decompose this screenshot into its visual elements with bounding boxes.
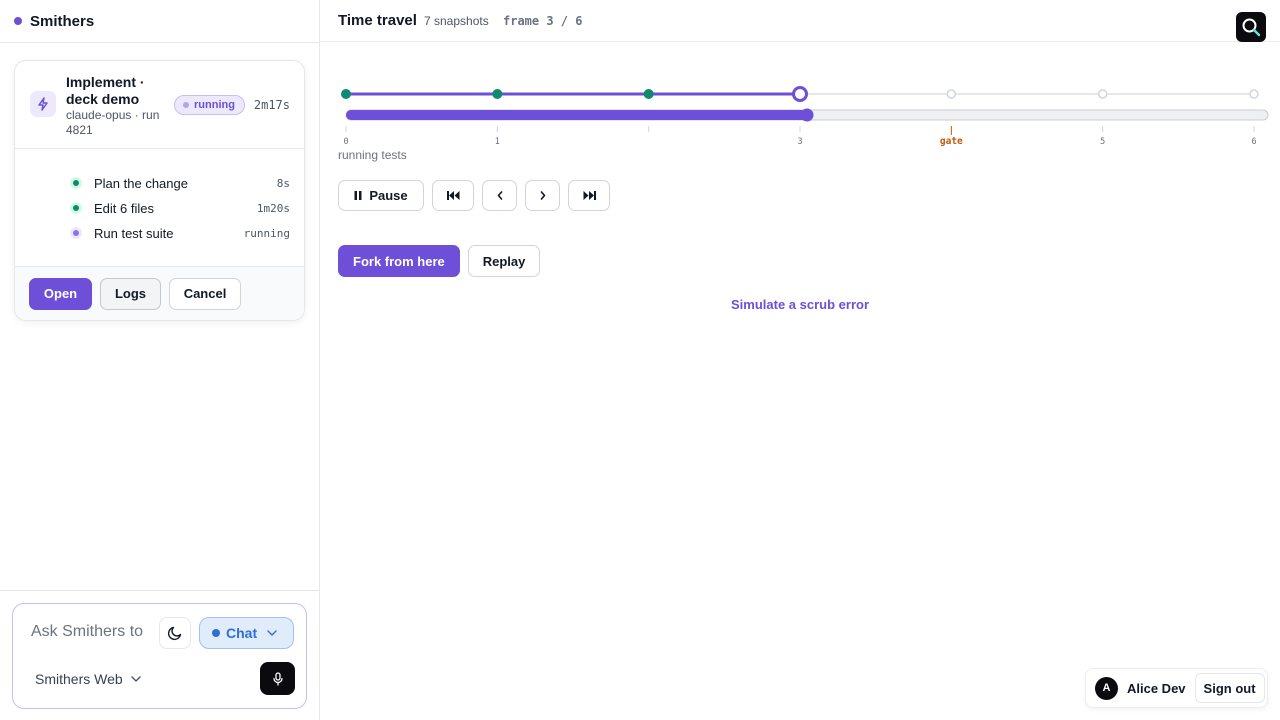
skip-forward-icon (583, 191, 596, 200)
tick-label: 6 (1251, 137, 1256, 147)
snapshot-node-future[interactable] (946, 89, 957, 99)
pause-icon (354, 191, 362, 200)
mic-icon (272, 671, 283, 686)
step-time: 1m20s (256, 201, 290, 215)
composer: Ask Smithers to Chat Smithers Web (12, 603, 307, 709)
previous-frame-button[interactable] (482, 180, 517, 211)
lightning-icon (30, 91, 56, 117)
status-dot-icon (183, 102, 189, 108)
page-title: Time travel (338, 12, 417, 29)
frame-indicator: frame 3 / 6 (503, 14, 583, 28)
step-done-icon (70, 177, 82, 189)
avatar: A (1095, 676, 1118, 700)
step-item: Edit 6 files 1m20s (70, 198, 290, 218)
chevron-right-icon (540, 191, 545, 200)
replay-button[interactable]: Replay (467, 245, 541, 277)
next-frame-button[interactable] (525, 180, 560, 211)
mic-button[interactable] (260, 662, 295, 695)
search-button[interactable] (1236, 12, 1266, 42)
step-list: Plan the change 8s Edit 6 files 1m20s Ru… (15, 150, 304, 268)
cancel-button[interactable]: Cancel (169, 277, 241, 310)
chevron-down-icon (267, 630, 277, 636)
user-name: Alice Dev (1127, 680, 1186, 696)
sign-out-button[interactable]: Sign out (1194, 673, 1265, 703)
workspace-select[interactable]: Smithers Web (35, 671, 141, 687)
step-done-icon (70, 202, 82, 214)
brand-header: Smithers (0, 0, 319, 43)
snapshot-node-done[interactable] (341, 89, 351, 99)
tick-label: 1 (495, 137, 500, 147)
run-elapsed: 2m17s (253, 98, 290, 112)
logs-button[interactable]: Logs (100, 277, 161, 310)
step-label: Edit 6 files (94, 200, 154, 216)
open-button[interactable]: Open (29, 277, 92, 310)
snapshot-node-future[interactable] (1249, 89, 1259, 99)
first-frame-button[interactable] (432, 180, 474, 211)
pause-button[interactable]: Pause (338, 180, 424, 211)
frame-status: running tests (338, 148, 407, 162)
step-label: Plan the change (94, 175, 188, 191)
step-item: Plan the change 8s (70, 173, 290, 193)
skip-back-icon (446, 191, 459, 200)
composer-area: Ask Smithers to Chat Smithers Web (0, 590, 319, 720)
snapshot-node-done[interactable] (643, 89, 654, 99)
brand-dot-icon (14, 17, 22, 25)
step-running-icon (70, 227, 82, 239)
step-time: 8s (276, 176, 290, 190)
status-badge: running (174, 95, 245, 115)
moon-icon (167, 626, 182, 641)
tick-label: 0 (343, 137, 348, 147)
tick-label: 5 (1100, 137, 1105, 147)
pause-label: Pause (369, 188, 408, 203)
step-time: running (243, 226, 290, 240)
chevron-left-icon (497, 191, 502, 200)
run-subtitle: claude-opus · run 4821 (66, 108, 160, 137)
chat-input[interactable]: Ask Smithers to (31, 623, 159, 641)
search-icon (1242, 18, 1261, 37)
user-chip: A Alice Dev Sign out (1085, 668, 1268, 708)
run-actions: Open Logs Cancel (15, 266, 304, 320)
top-bar: Time travel 7 snapshots frame 3 / 6 (320, 0, 1280, 42)
workspace-label: Smithers Web (35, 671, 123, 687)
snapshot-count: 7 snapshots (424, 14, 489, 28)
fork-button[interactable]: Fork from here (338, 245, 460, 277)
last-frame-button[interactable] (568, 180, 610, 211)
step-item: Run test suite running (70, 223, 290, 243)
mode-dot-icon (212, 629, 220, 637)
snapshot-node-current[interactable] (792, 86, 808, 102)
theme-toggle-button[interactable] (159, 617, 191, 649)
run-title: Implement · deck demo (66, 74, 145, 107)
snapshot-node-future[interactable] (1097, 89, 1108, 99)
mode-label: Chat (226, 625, 258, 641)
frame-actions: Fork from here Replay (338, 245, 541, 277)
simulate-error-link[interactable]: Simulate a scrub error (320, 297, 1280, 312)
main-panel: Time travel 7 snapshots frame 3 / 6 0 1 3 g… (320, 0, 1280, 720)
chevron-down-icon (130, 676, 141, 682)
playback-controls: Pause (338, 180, 610, 211)
app-name: Smithers (30, 12, 95, 30)
sidebar: Smithers Implement · deck demo claude-op… (0, 0, 320, 720)
tick-label: 3 (797, 137, 802, 147)
run-card: Implement · deck demo claude-opus · run … (14, 60, 305, 321)
scrub-fill (346, 110, 807, 120)
snapshot-timeline[interactable]: 0 1 3 gate 5 6 (320, 80, 1280, 160)
snapshot-node-done[interactable] (492, 89, 503, 99)
scrub-handle[interactable] (800, 108, 814, 122)
step-label: Run test suite (94, 225, 174, 241)
mode-select[interactable]: Chat (199, 617, 294, 649)
status-badge-label: running (194, 99, 235, 111)
run-header: Implement · deck demo claude-opus · run … (15, 61, 304, 149)
gate-label: gate (940, 136, 963, 147)
